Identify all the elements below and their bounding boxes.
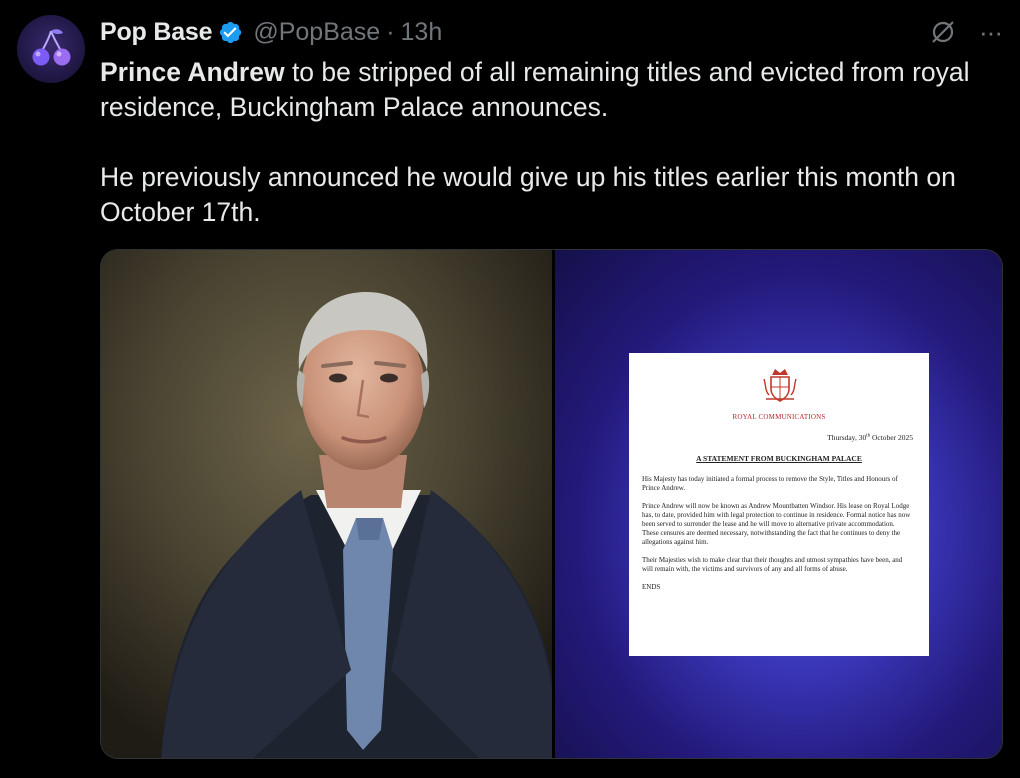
more-icon[interactable]: ··· [979, 19, 1003, 45]
document-para: His Majesty has today initiated a formal… [642, 475, 898, 492]
document-body: His Majesty has today initiated a formal… [642, 475, 913, 601]
document-para: Prince Andrew will now be known as Andre… [642, 502, 911, 546]
media-grid: ROYAL COMMUNICATIONS Thursday, 30th Octo… [100, 249, 1003, 759]
grok-icon[interactable] [929, 18, 957, 46]
document-para: Their Majesties wish to make clear that … [642, 556, 903, 573]
document-date: Thursday, 30th October 2025 [827, 433, 913, 442]
tweet-text-bold[interactable]: Prince Andrew [100, 57, 285, 87]
avatar[interactable] [17, 15, 85, 83]
document-org: ROYAL COMMUNICATIONS [732, 413, 826, 421]
separator-dot: · [386, 17, 395, 46]
royal-crest-icon [763, 369, 797, 402]
portrait-photo[interactable] [101, 250, 552, 758]
document-title: A STATEMENT FROM BUCKINGHAM PALACE [696, 454, 862, 463]
statement-document: ROYAL COMMUNICATIONS Thursday, 30th Octo… [629, 353, 929, 656]
tweet-text: Prince Andrew to be stripped of all rema… [100, 55, 1000, 230]
statement-image[interactable]: ROYAL COMMUNICATIONS Thursday, 30th Octo… [555, 250, 1002, 758]
verified-badge-icon[interactable] [218, 20, 243, 45]
portrait-illustration [101, 250, 552, 758]
document-ends: ENDS [642, 583, 661, 591]
handle[interactable]: @PopBase [253, 18, 380, 47]
header-actions: ··· [929, 16, 1003, 48]
tweet-header: Pop Base @PopBase · 13h ··· [100, 16, 1003, 48]
tweet-text-para2: He previously announced he would give up… [100, 162, 956, 227]
cherry-logo-icon [32, 29, 71, 66]
timestamp[interactable]: 13h [401, 18, 443, 47]
display-name[interactable]: Pop Base [100, 18, 213, 47]
